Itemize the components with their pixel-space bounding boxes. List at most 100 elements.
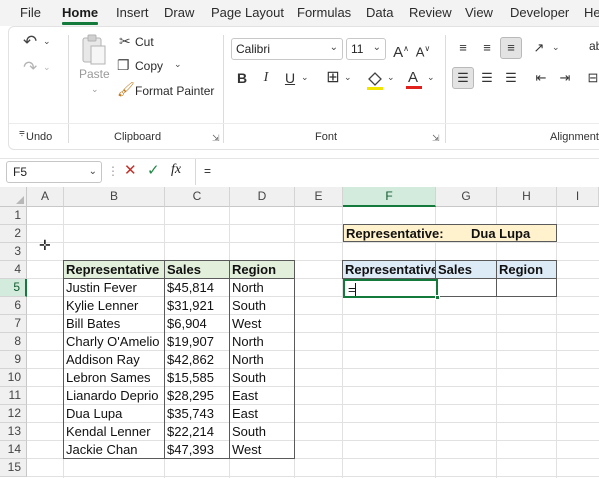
- table-cell-sales[interactable]: $47,393: [164, 441, 230, 459]
- table-cell-sales[interactable]: $31,921: [164, 297, 230, 315]
- clipboard-launcher-icon[interactable]: ⇲: [212, 133, 220, 144]
- align-left-icon[interactable]: ☰: [452, 67, 474, 89]
- cancel-icon[interactable]: ✕: [124, 163, 137, 178]
- table-cell-representative[interactable]: Bill Bates: [63, 315, 165, 333]
- table-cell-representative[interactable]: Kendal Lenner: [63, 423, 165, 441]
- row-header-12[interactable]: 12: [0, 405, 27, 423]
- row-header-15[interactable]: 15: [0, 459, 27, 477]
- redo-dropdown-icon[interactable]: ⌄: [43, 63, 51, 72]
- paste-icon[interactable]: [79, 33, 109, 67]
- table-cell-representative[interactable]: Charly O'Amelio: [63, 333, 165, 351]
- table-cell-representative[interactable]: Lianardo Deprio: [63, 387, 165, 405]
- table-cell-sales[interactable]: $28,295: [164, 387, 230, 405]
- font-color-icon[interactable]: A: [403, 67, 425, 91]
- column-header-f[interactable]: F: [343, 187, 436, 207]
- decrease-font-size-icon[interactable]: A∨: [412, 38, 434, 60]
- tab-formulas[interactable]: Formulas: [297, 5, 351, 20]
- column-header-d[interactable]: D: [230, 187, 295, 207]
- borders-dropdown-icon[interactable]: ⌄: [344, 73, 352, 82]
- redo-icon[interactable]: ↷: [23, 59, 37, 76]
- name-box[interactable]: F5 ⌄: [6, 161, 102, 183]
- table-cell-representative[interactable]: Justin Fever: [63, 279, 165, 297]
- table-cell-region[interactable]: West: [229, 315, 295, 333]
- row-header-8[interactable]: 8: [0, 333, 27, 351]
- tab-review[interactable]: Review: [409, 5, 452, 20]
- table-cell-sales[interactable]: $22,214: [164, 423, 230, 441]
- copy-button[interactable]: Copy: [135, 59, 163, 73]
- insert-function-button[interactable]: fx: [171, 163, 181, 177]
- representative-value[interactable]: Dua Lupa: [469, 225, 555, 243]
- table-header-sales[interactable]: Sales: [164, 260, 230, 279]
- wrap-text-button[interactable]: ab: [589, 39, 599, 53]
- increase-indent-icon[interactable]: ⇥: [554, 67, 576, 89]
- underline-button[interactable]: U: [279, 67, 301, 89]
- column-header-i[interactable]: I: [557, 187, 599, 207]
- column-header-h[interactable]: H: [497, 187, 557, 207]
- increase-font-size-icon[interactable]: A∧: [390, 38, 412, 61]
- bold-button[interactable]: B: [231, 67, 253, 89]
- font-size-select[interactable]: 11 ⌄: [346, 38, 386, 60]
- align-right-icon[interactable]: ☰: [500, 67, 522, 89]
- table-cell-region[interactable]: West: [229, 441, 295, 459]
- table-cell-sales[interactable]: $6,904: [164, 315, 230, 333]
- font-launcher-icon[interactable]: ⇲: [432, 133, 440, 144]
- lookup-header-representative[interactable]: Representative: [342, 260, 436, 279]
- formula-input[interactable]: =: [195, 159, 599, 185]
- table-cell-region[interactable]: South: [229, 297, 295, 315]
- cut-button[interactable]: Cut: [135, 35, 154, 49]
- tab-home[interactable]: Home: [62, 5, 98, 20]
- row-header-3[interactable]: 3: [0, 243, 27, 261]
- row-header-4[interactable]: 4: [0, 261, 27, 279]
- row-header-13[interactable]: 13: [0, 423, 27, 441]
- table-cell-representative[interactable]: Lebron Sames: [63, 369, 165, 387]
- row-header-5[interactable]: 5: [0, 279, 27, 297]
- undo-dropdown-icon[interactable]: ⌄: [43, 37, 51, 46]
- table-cell-representative[interactable]: Dua Lupa: [63, 405, 165, 423]
- bottom-align-icon[interactable]: ≡: [500, 37, 522, 59]
- lookup-header-region[interactable]: Region: [496, 260, 557, 279]
- row-header-9[interactable]: 9: [0, 351, 27, 369]
- table-header-representative[interactable]: Representative: [63, 260, 165, 279]
- more-options-icon[interactable]: ⋮: [107, 165, 119, 177]
- table-cell-region[interactable]: North: [229, 351, 295, 369]
- table-cell-region[interactable]: North: [229, 279, 295, 297]
- tab-page-layout[interactable]: Page Layout: [211, 5, 284, 20]
- align-center-icon[interactable]: ☰: [476, 67, 498, 89]
- borders-icon[interactable]: ⊞: [322, 67, 344, 89]
- tab-insert[interactable]: Insert: [116, 5, 149, 20]
- table-cell-sales[interactable]: $45,814: [164, 279, 230, 297]
- enter-icon[interactable]: ✓: [147, 163, 160, 178]
- row-header-6[interactable]: 6: [0, 297, 27, 315]
- table-cell-sales[interactable]: $15,585: [164, 369, 230, 387]
- column-header-a[interactable]: A: [27, 187, 64, 207]
- active-cell-f5[interactable]: =: [343, 279, 438, 298]
- table-cell-sales[interactable]: $35,743: [164, 405, 230, 423]
- fill-color-icon[interactable]: [364, 69, 386, 91]
- row-header-2[interactable]: 2: [0, 225, 27, 243]
- lookup-header-sales[interactable]: Sales: [435, 260, 497, 279]
- format-painter-button[interactable]: Format Painter: [135, 84, 214, 98]
- row-header-1[interactable]: 1: [0, 207, 27, 225]
- table-cell-representative[interactable]: Jackie Chan: [63, 441, 165, 459]
- orientation-dropdown-icon[interactable]: ⌄: [552, 43, 560, 52]
- column-header-e[interactable]: E: [295, 187, 343, 207]
- fill-color-dropdown-icon[interactable]: ⌄: [387, 73, 395, 82]
- undo-icon[interactable]: ↶: [23, 33, 37, 50]
- column-header-b[interactable]: B: [64, 187, 165, 207]
- italic-button[interactable]: I: [255, 67, 277, 89]
- paste-dropdown-icon[interactable]: ⌄: [91, 85, 99, 94]
- table-cell-sales[interactable]: $19,907: [164, 333, 230, 351]
- underline-dropdown-icon[interactable]: ⌄: [301, 73, 309, 82]
- column-header-c[interactable]: C: [165, 187, 230, 207]
- middle-align-icon[interactable]: ≡: [476, 37, 498, 59]
- table-cell-representative[interactable]: Kylie Lenner: [63, 297, 165, 315]
- representative-label[interactable]: Representative:: [344, 225, 464, 243]
- tab-file[interactable]: File: [20, 5, 41, 20]
- tab-data[interactable]: Data: [366, 5, 393, 20]
- lookup-sales-cell[interactable]: [435, 278, 497, 297]
- row-header-11[interactable]: 11: [0, 387, 27, 405]
- fill-handle[interactable]: [435, 295, 440, 300]
- paste-button[interactable]: Paste: [79, 67, 110, 81]
- cut-icon[interactable]: ✂: [119, 34, 131, 48]
- select-all-button[interactable]: [0, 187, 27, 207]
